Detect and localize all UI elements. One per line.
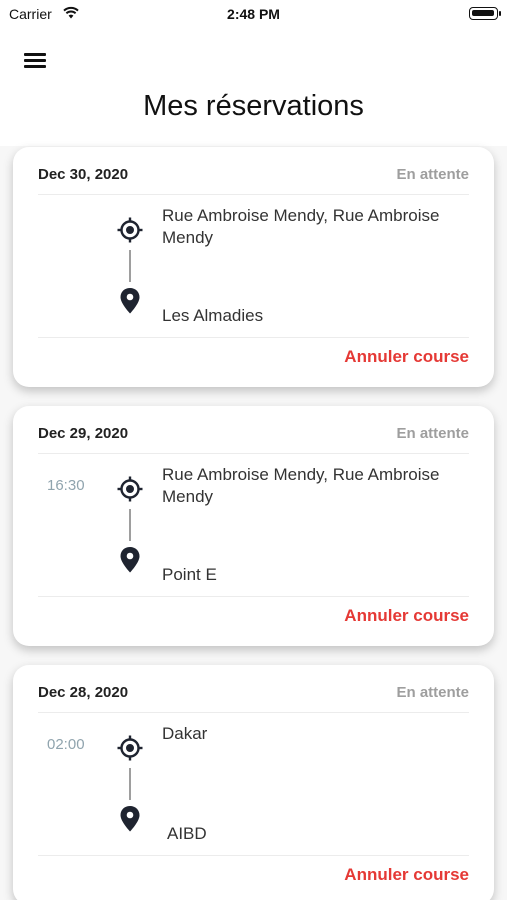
origin-address: Dakar <box>162 724 208 743</box>
reservation-time: 02:00 <box>47 736 85 753</box>
cancel-ride-button[interactable]: Annuler course <box>344 865 469 885</box>
destination-address: AIBD <box>167 824 207 843</box>
route-line <box>129 250 131 282</box>
reservation-time: 16:30 <box>47 477 85 494</box>
header: Mes réservations <box>0 28 507 146</box>
divider <box>38 453 469 454</box>
status-time: 2:48 PM <box>227 6 280 22</box>
cancel-ride-button[interactable]: Annuler course <box>344 347 469 367</box>
reservation-date: Dec 30, 2020 <box>38 166 129 183</box>
status-badge: En attente <box>396 684 469 701</box>
battery-icon <box>469 7 498 20</box>
divider <box>38 337 469 338</box>
crosshair-icon <box>117 217 143 243</box>
reservation-card: Dec 29, 2020 En attente 16:30 Rue Ambroi… <box>13 406 494 646</box>
route-line <box>129 509 131 541</box>
origin-address: Rue Ambroise Mendy, Rue Ambroise Mendy <box>162 206 440 247</box>
divider <box>38 855 469 856</box>
destination-address: Les Almadies <box>162 306 264 325</box>
map-pin-icon <box>120 288 140 314</box>
origin-address: Rue Ambroise Mendy, Rue Ambroise Mendy <box>162 465 440 506</box>
reservation-card: Dec 30, 2020 En attente Rue Ambroise Men… <box>13 147 494 387</box>
page-title: Mes réservations <box>143 90 364 122</box>
hamburger-icon-bar <box>24 53 46 56</box>
divider <box>38 194 469 195</box>
crosshair-icon <box>117 735 143 761</box>
reservation-card: Dec 28, 2020 En attente 02:00 Dakar AIBD… <box>13 665 494 900</box>
divider <box>38 596 469 597</box>
status-badge: En attente <box>396 166 469 183</box>
crosshair-icon <box>117 476 143 502</box>
map-pin-icon <box>120 806 140 832</box>
cancel-ride-button[interactable]: Annuler course <box>344 606 469 626</box>
route-line <box>129 768 131 800</box>
menu-button[interactable] <box>20 48 50 74</box>
reservation-date: Dec 29, 2020 <box>38 425 129 442</box>
hamburger-icon-bar <box>24 65 46 68</box>
reservation-date: Dec 28, 2020 <box>38 684 129 701</box>
hamburger-icon-bar <box>24 59 46 62</box>
divider <box>38 712 469 713</box>
destination-address: Point E <box>162 565 217 584</box>
status-bar: Carrier 2:48 PM <box>0 0 507 28</box>
status-badge: En attente <box>396 425 469 442</box>
battery-tip <box>499 11 501 16</box>
map-pin-icon <box>120 547 140 573</box>
